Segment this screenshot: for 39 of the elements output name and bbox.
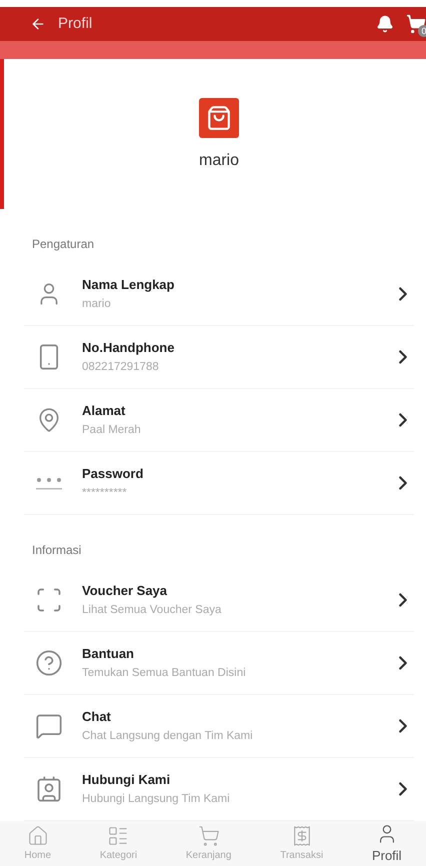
section-title: Pengaturan bbox=[31, 236, 96, 253]
row-value: 082217291788 bbox=[82, 361, 160, 374]
help-icon bbox=[35, 648, 63, 677]
menu-row[interactable]: Chat Chat Langsung dengan Tim Kami bbox=[24, 694, 414, 758]
menu-row[interactable]: No.Handphone 082217291788 bbox=[24, 326, 414, 389]
nav-tab[interactable]: Profil bbox=[372, 823, 402, 864]
list-icon bbox=[107, 825, 130, 848]
page-title: Profil bbox=[58, 15, 94, 32]
row-label: Bantuan bbox=[82, 646, 135, 662]
row-label: Chat bbox=[82, 709, 112, 724]
row-value: Paal Merah bbox=[82, 424, 142, 436]
row-value: Lihat Semua Voucher Saya bbox=[82, 604, 222, 616]
bag-logo-icon bbox=[199, 98, 239, 138]
back-button[interactable] bbox=[30, 16, 46, 32]
row-value: ********** bbox=[82, 487, 128, 500]
menu-row[interactable]: Nama Lengkap mario bbox=[24, 262, 414, 326]
row-label: Hubungi Kami bbox=[82, 772, 172, 788]
cart-button[interactable]: 0 bbox=[406, 14, 426, 34]
menu-row[interactable]: Voucher Saya Lihat Semua Voucher Saya bbox=[24, 568, 414, 632]
cart-icon bbox=[198, 825, 220, 848]
menu-row[interactable]: Bantuan Temukan Semua Bantuan Disini bbox=[24, 632, 414, 695]
row-value: Temukan Semua Bantuan Disini bbox=[82, 667, 247, 680]
notification-button[interactable] bbox=[376, 14, 394, 33]
row-label: Password bbox=[82, 466, 144, 482]
row-label: No.Handphone bbox=[82, 340, 176, 356]
row-value: Chat Langsung dengan Tim Kami bbox=[82, 730, 254, 742]
row-value: mario bbox=[82, 298, 112, 310]
menu-row[interactable]: Alamat Paal Merah bbox=[24, 388, 414, 452]
chat-icon bbox=[35, 712, 63, 740]
profile-name: mario bbox=[198, 152, 239, 170]
home-icon bbox=[26, 825, 49, 848]
scan-icon bbox=[35, 586, 63, 614]
row-label: Voucher Saya bbox=[82, 583, 168, 598]
menu-row[interactable]: Password ********** bbox=[24, 452, 414, 515]
row-label: Alamat bbox=[82, 403, 126, 418]
row-label: Nama Lengkap bbox=[82, 277, 176, 292]
contact-card-icon bbox=[35, 774, 63, 803]
row-value: Hubungi Langsung Tim Kami bbox=[82, 793, 231, 806]
section-title: Informasi bbox=[31, 542, 82, 559]
